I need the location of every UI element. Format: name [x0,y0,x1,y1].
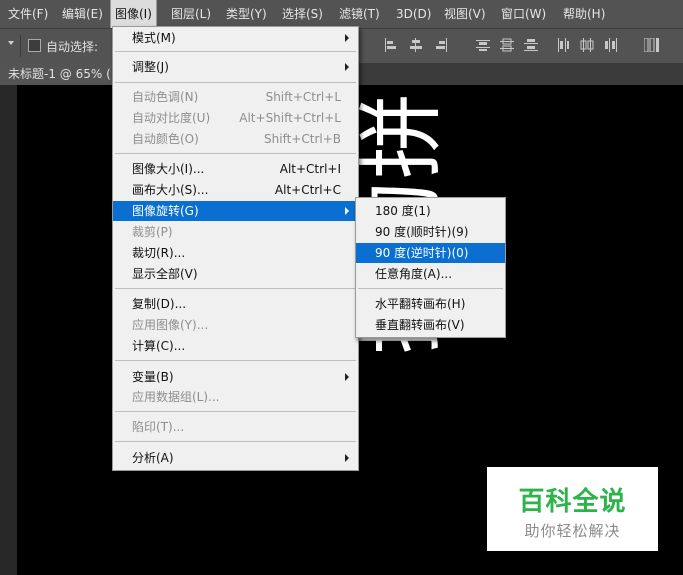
menu-item-label: 180 度(1) [375,204,431,218]
align-horizontal-centers-icon[interactable] [409,38,423,52]
submenu-arrow-icon [345,34,349,42]
menu-item-label: 应用图像(Y)... [132,318,209,332]
menu-separator [115,82,356,83]
menu-filter[interactable]: 滤镜(T) [335,0,384,28]
distribute-vertical-centers-icon[interactable] [500,38,514,52]
tool-preset-chevron-icon[interactable] [8,41,14,45]
menu-item-shortcut: Alt+Ctrl+C [274,183,341,197]
menu-image[interactable]: 图像(I) [110,0,157,29]
menu-help[interactable]: 帮助(H) [559,0,609,28]
menu-item-trap[interactable]: 陷印(T)... [113,417,358,437]
menu-select[interactable]: 选择(S) [278,0,327,28]
menu-item-label: 陷印(T)... [132,420,185,434]
auto-select-checkbox[interactable] [28,39,41,52]
menu-item-flip-vertical[interactable]: 垂直翻转画布(V) [356,315,505,335]
menu-item-label: 复制(D)... [132,297,187,311]
menu-item-auto-contrast[interactable]: 自动对比度(U) Alt+Shift+Ctrl+L [113,108,358,128]
menu-separator [115,441,356,442]
menu-separator [115,360,356,361]
menu-item-apply-data-set[interactable]: 应用数据组(L)... [113,387,358,407]
menu-item-label: 图像大小(I)... [132,162,205,176]
menu-window[interactable]: 窗口(W) [497,0,550,28]
menu-item-label: 应用数据组(L)... [132,390,220,404]
distribute-horizontal-centers-icon[interactable] [580,38,594,52]
menu-item-shortcut: Alt+Shift+Ctrl+L [239,111,341,125]
menu-item-label: 垂直翻转画布(V) [375,318,465,332]
distribute-right-icon[interactable] [604,38,618,52]
watermark-subtitle: 助你轻松解决 [524,522,621,540]
image-menu-dropdown: 模式(M) 调整(J) 自动色调(N) Shift+Ctrl+L 自动对比度(U… [112,26,359,471]
menu-item-arbitrary-angle[interactable]: 任意角度(A)... [356,264,505,284]
menu-item-label: 自动颜色(O) [132,132,199,146]
menu-item-label: 模式(M) [132,31,176,45]
menu-item-auto-tone[interactable]: 自动色调(N) Shift+Ctrl+L [113,87,358,107]
menu-separator [115,153,356,154]
menu-item-calculations[interactable]: 计算(C)... [113,336,358,356]
menu-item-crop[interactable]: 裁剪(P) [113,222,358,242]
auto-align-layers-icon[interactable] [644,38,659,52]
submenu-arrow-icon [345,207,349,215]
menu-item-rotate-180[interactable]: 180 度(1) [356,201,505,221]
menu-item-mode[interactable]: 模式(M) [113,28,358,48]
menu-item-rotate-90-ccw[interactable]: 90 度(逆时针)(0) [356,243,505,263]
menu-item-flip-horizontal[interactable]: 水平翻转画布(H) [356,294,505,314]
menu-layer[interactable]: 图层(L) [167,0,215,28]
submenu-arrow-icon [345,373,349,381]
menu-item-shortcut: Shift+Ctrl+L [265,90,341,104]
menu-separator [115,51,356,52]
menu-item-label: 分析(A) [132,451,174,465]
menu-item-shortcut: Alt+Ctrl+I [279,162,341,176]
align-right-edges-icon[interactable] [434,38,448,52]
image-rotation-submenu: 180 度(1) 90 度(顺时针)(9) 90 度(逆时针)(0) 任意角度(… [355,197,506,338]
submenu-arrow-icon [345,454,349,462]
distribute-left-icon[interactable] [556,38,570,52]
menu-3d[interactable]: 3D(D) [392,0,435,28]
menu-item-label: 90 度(逆时针)(0) [375,246,469,260]
menu-view[interactable]: 视图(V) [440,0,490,28]
menu-item-rotate-90-cw[interactable]: 90 度(顺时针)(9) [356,222,505,242]
document-tab[interactable]: 未标题-1 @ 65% ( [0,63,119,85]
menu-item-label: 任意角度(A)... [375,267,453,281]
menu-item-duplicate[interactable]: 复制(D)... [113,294,358,314]
menu-edit[interactable]: 编辑(E) [58,0,107,28]
auto-select-label: 自动选择: [46,40,99,54]
menu-item-label: 水平翻转画布(H) [375,297,466,311]
submenu-arrow-icon [345,63,349,71]
menu-item-shortcut: Shift+Ctrl+B [264,132,341,146]
menu-item-reveal-all[interactable]: 显示全部(V) [113,264,358,284]
menu-item-adjustments[interactable]: 调整(J) [113,57,358,77]
menu-item-label: 显示全部(V) [132,267,198,281]
watermark-logo: 百科全说 助你轻松解决 [487,467,658,551]
menu-file[interactable]: 文件(F) [4,0,52,28]
menu-item-image-rotation[interactable]: 图像旋转(G) [113,201,358,221]
menu-separator [115,411,356,412]
menu-item-label: 变量(B) [132,370,174,384]
menu-item-image-size[interactable]: 图像大小(I)... Alt+Ctrl+I [113,159,358,179]
align-left-edges-icon[interactable] [384,38,398,52]
menu-separator [358,288,503,289]
distribute-top-icon[interactable] [476,38,490,52]
menu-bar: 文件(F) 编辑(E) 图像(I) 图层(L) 类型(Y) 选择(S) 滤镜(T… [0,0,683,29]
menu-item-label: 画布大小(S)... [132,183,209,197]
menu-item-label: 裁剪(P) [132,225,173,239]
watermark-title: 百科全说 [518,487,627,517]
menu-item-label: 自动色调(N) [132,90,199,104]
menu-item-label: 90 度(顺时针)(9) [375,225,469,239]
menu-item-label: 计算(C)... [132,339,186,353]
menu-type[interactable]: 类型(Y) [222,0,271,28]
menu-item-label: 调整(J) [132,60,169,74]
menu-item-canvas-size[interactable]: 画布大小(S)... Alt+Ctrl+C [113,180,358,200]
menu-item-label: 图像旋转(G) [132,204,199,218]
menu-item-trim[interactable]: 裁切(R)... [113,243,358,263]
distribute-bottom-icon[interactable] [524,38,538,52]
menu-item-label: 裁切(R)... [132,246,186,260]
menu-item-auto-color[interactable]: 自动颜色(O) Shift+Ctrl+B [113,129,358,149]
options-divider [20,35,21,57]
menu-item-variables[interactable]: 变量(B) [113,367,358,387]
menu-item-apply-image[interactable]: 应用图像(Y)... [113,315,358,335]
menu-item-analysis[interactable]: 分析(A) [113,448,358,468]
menu-item-label: 自动对比度(U) [132,111,211,125]
menu-separator [115,288,356,289]
